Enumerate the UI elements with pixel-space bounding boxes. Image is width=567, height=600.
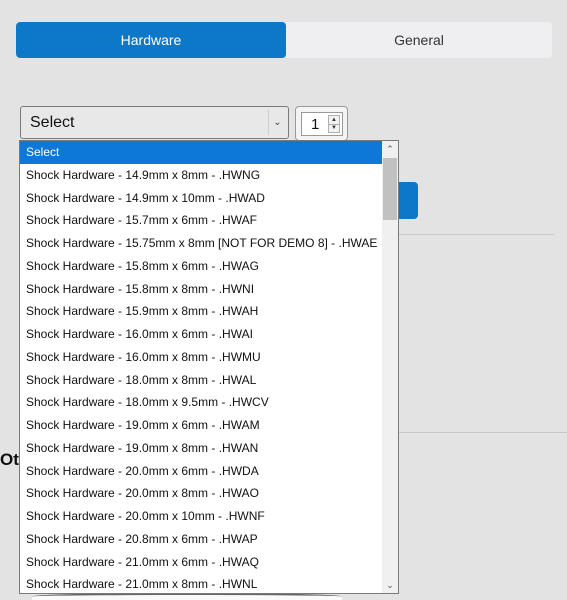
quantity-value: 1: [311, 116, 320, 133]
quantity-input[interactable]: 1 ▲ ▼: [301, 112, 343, 136]
dropdown-option-select[interactable]: Select: [20, 141, 383, 164]
dropdown-option[interactable]: Shock Hardware - 19.0mm x 8mm - .HWAN: [20, 437, 383, 460]
dropdown-option[interactable]: Shock Hardware - 18.0mm x 9.5mm - .HWCV: [20, 391, 383, 414]
tab-hardware[interactable]: Hardware: [16, 22, 286, 58]
dropdown-option[interactable]: Shock Hardware - 15.7mm x 6mm - .HWAF: [20, 209, 383, 232]
spin-up-icon[interactable]: ▲: [329, 116, 339, 124]
spin-down-icon[interactable]: ▼: [329, 123, 339, 133]
dropdown-option[interactable]: Shock Hardware - 15.8mm x 8mm - .HWNI: [20, 278, 383, 301]
hardware-select[interactable]: Select ⌄: [20, 106, 289, 139]
select-dropdown-list[interactable]: Select Shock Hardware - 14.9mm x 8mm - .H…: [19, 140, 399, 594]
dropdown-option[interactable]: Shock Hardware - 21.0mm x 8mm - .HWNL: [20, 573, 383, 593]
product-image: [32, 593, 342, 600]
dropdown-option[interactable]: Shock Hardware - 19.0mm x 6mm - .HWAM: [20, 414, 383, 437]
tab-bar: Hardware General: [16, 22, 552, 58]
select-value: Select: [30, 113, 75, 131]
dropdown-option[interactable]: Shock Hardware - 16.0mm x 8mm - .HWMU: [20, 346, 383, 369]
dropdown-option[interactable]: Shock Hardware - 14.9mm x 8mm - .HWNG: [20, 164, 383, 187]
divider: [398, 234, 554, 235]
dropdown-option[interactable]: Shock Hardware - 20.8mm x 6mm - .HWAP: [20, 528, 383, 551]
chevron-down-icon[interactable]: ⌄: [268, 110, 286, 135]
dropdown-option[interactable]: Shock Hardware - 15.75mm x 8mm [NOT FOR …: [20, 232, 383, 255]
scroll-down-icon[interactable]: ⌄: [382, 577, 398, 593]
dropdown-option[interactable]: Shock Hardware - 16.0mm x 6mm - .HWAI: [20, 323, 383, 346]
dropdown-option[interactable]: Shock Hardware - 15.9mm x 8mm - .HWAH: [20, 300, 383, 323]
dropdown-option[interactable]: Shock Hardware - 20.0mm x 10mm - .HWNF: [20, 505, 383, 528]
dropdown-option[interactable]: Shock Hardware - 21.0mm x 6mm - .HWAQ: [20, 551, 383, 574]
dropdown-option[interactable]: Shock Hardware - 15.8mm x 6mm - .HWAG: [20, 255, 383, 278]
scrollbar[interactable]: ⌃ ⌄: [382, 141, 398, 593]
divider: [398, 432, 567, 433]
add-to-cart-button[interactable]: [398, 182, 418, 219]
scroll-up-icon[interactable]: ⌃: [382, 141, 398, 157]
quantity-spinner[interactable]: ▲ ▼: [328, 115, 340, 133]
scrollbar-thumb[interactable]: [383, 158, 397, 220]
dropdown-option[interactable]: Shock Hardware - 14.9mm x 10mm - .HWAD: [20, 187, 383, 210]
section-heading-partial: Ot: [0, 450, 19, 469]
dropdown-option[interactable]: Shock Hardware - 20.0mm x 8mm - .HWAO: [20, 482, 383, 505]
tab-general[interactable]: General: [286, 22, 552, 58]
dropdown-option[interactable]: Shock Hardware - 20.0mm x 6mm - .HWDA: [20, 460, 383, 483]
dropdown-option[interactable]: Shock Hardware - 18.0mm x 8mm - .HWAL: [20, 369, 383, 392]
quantity-stepper[interactable]: 1 ▲ ▼: [295, 106, 348, 141]
